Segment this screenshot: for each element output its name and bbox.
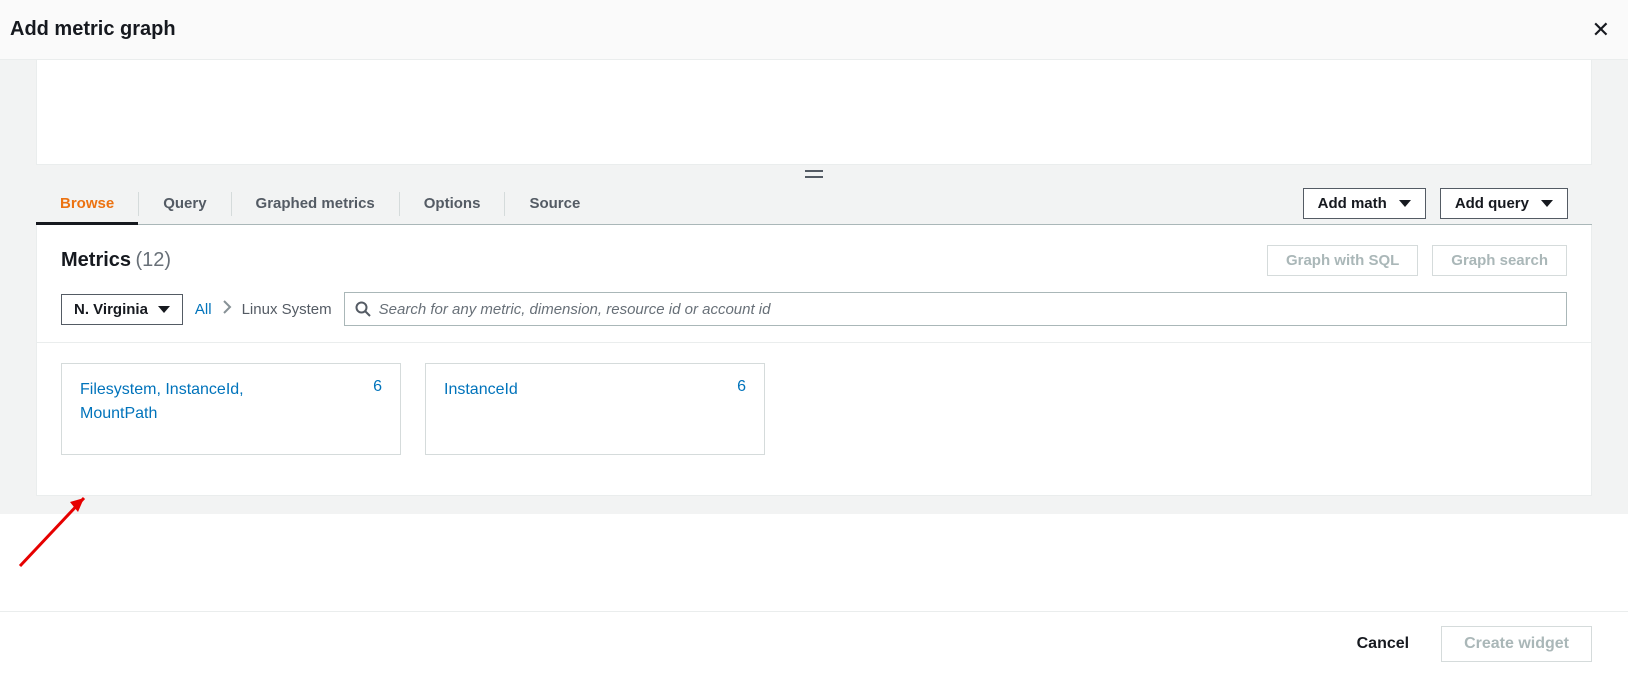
- breadcrumb: All Linux System: [195, 300, 332, 319]
- add-math-label: Add math: [1318, 195, 1387, 212]
- create-widget-button[interactable]: Create widget: [1441, 626, 1592, 662]
- tab-query[interactable]: Query: [139, 183, 230, 224]
- metrics-header: Metrics (12) Graph with SQL Graph search: [37, 225, 1591, 282]
- metrics-panel: Metrics (12) Graph with SQL Graph search…: [36, 225, 1592, 496]
- region-selector[interactable]: N. Virginia: [61, 294, 183, 325]
- add-query-label: Add query: [1455, 195, 1529, 212]
- metrics-title-group: Metrics (12): [61, 249, 171, 272]
- card-count: 6: [373, 378, 382, 440]
- metrics-count: (12): [135, 249, 171, 271]
- metrics-heading: Metrics: [61, 249, 131, 271]
- tabs-left: Browse Query Graphed metrics Options Sou…: [36, 183, 604, 224]
- drag-handle-icon: [805, 170, 823, 178]
- dialog-title: Add metric graph: [10, 18, 176, 41]
- tab-source[interactable]: Source: [505, 183, 604, 224]
- metric-card-instanceid[interactable]: InstanceId 6: [425, 363, 765, 455]
- tab-graphed-metrics[interactable]: Graphed metrics: [232, 183, 399, 224]
- footer-bar: Cancel Create widget: [0, 611, 1628, 676]
- metrics-actions: Graph with SQL Graph search: [1267, 245, 1567, 276]
- region-label: N. Virginia: [74, 301, 148, 318]
- search-box[interactable]: [344, 292, 1567, 326]
- add-math-button[interactable]: Add math: [1303, 188, 1426, 219]
- breadcrumb-all[interactable]: All: [195, 301, 212, 318]
- breadcrumb-current: Linux System: [242, 301, 332, 318]
- graph-with-sql-button[interactable]: Graph with SQL: [1267, 245, 1418, 276]
- filter-row: N. Virginia All Linux System: [37, 282, 1591, 342]
- tab-browse[interactable]: Browse: [36, 183, 138, 224]
- card-title: InstanceId: [444, 378, 518, 440]
- metric-cards-row: Filesystem, InstanceId, MountPath 6 Inst…: [37, 343, 1591, 495]
- chevron-right-icon: [222, 300, 232, 319]
- add-query-button[interactable]: Add query: [1440, 188, 1568, 219]
- search-input[interactable]: [379, 301, 1556, 318]
- metric-card-filesystem[interactable]: Filesystem, InstanceId, MountPath 6: [61, 363, 401, 455]
- caret-down-icon: [1541, 200, 1553, 207]
- caret-down-icon: [1399, 200, 1411, 207]
- cancel-button[interactable]: Cancel: [1345, 627, 1421, 661]
- dialog-header: Add metric graph ✕: [0, 0, 1628, 60]
- graph-preview-area: [36, 60, 1592, 165]
- content-frame: Browse Query Graphed metrics Options Sou…: [0, 60, 1628, 514]
- card-title: Filesystem, InstanceId, MountPath: [80, 378, 280, 440]
- card-count: 6: [737, 378, 746, 440]
- tabs-actions: Add math Add query: [1303, 188, 1568, 219]
- resize-handle[interactable]: [36, 165, 1592, 183]
- tab-options[interactable]: Options: [400, 183, 505, 224]
- caret-down-icon: [158, 306, 170, 313]
- close-icon[interactable]: ✕: [1584, 13, 1618, 47]
- search-icon: [355, 301, 371, 317]
- tabs-row: Browse Query Graphed metrics Options Sou…: [36, 183, 1592, 225]
- graph-search-button[interactable]: Graph search: [1432, 245, 1567, 276]
